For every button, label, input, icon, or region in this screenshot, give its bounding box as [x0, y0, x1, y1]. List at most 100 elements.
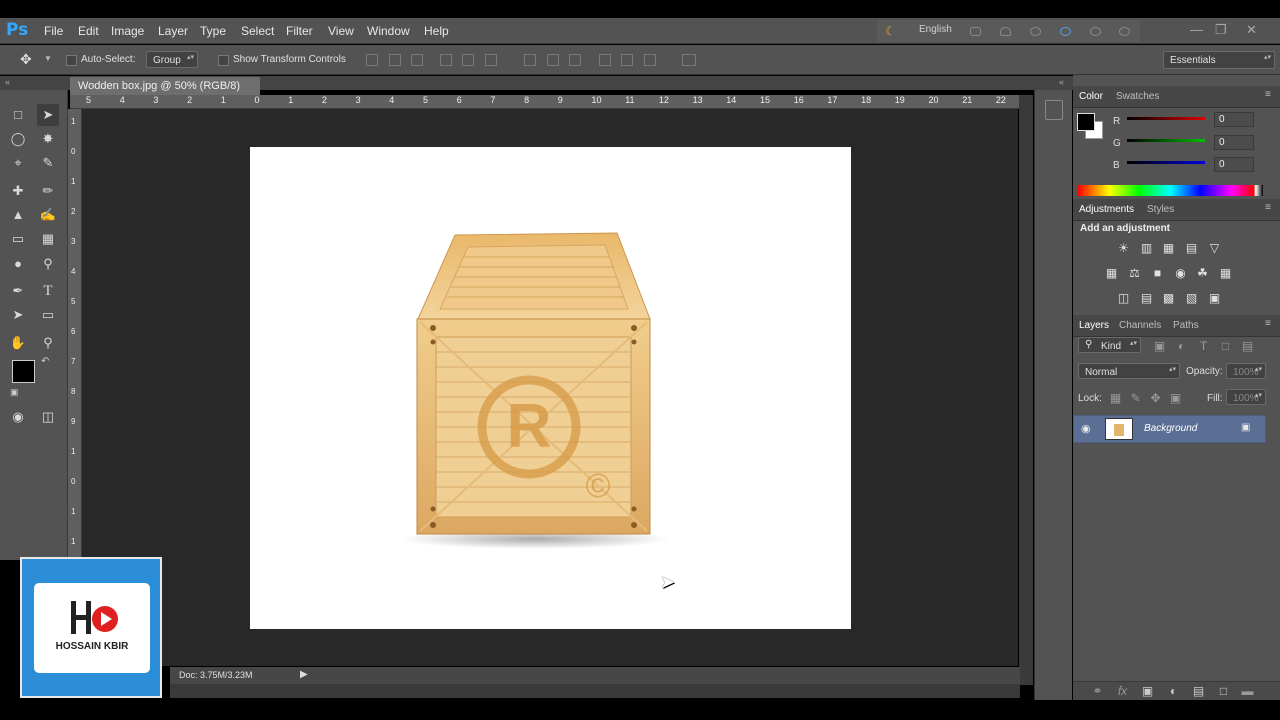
status-menu-arrow-icon[interactable]: ▶	[300, 669, 308, 680]
tab-color[interactable]: Color	[1079, 91, 1103, 102]
color-lookup-icon[interactable]: ▦	[1217, 266, 1234, 280]
workspace-dropdown[interactable]: Essentials	[1163, 51, 1275, 69]
pen-tool-icon[interactable]: ✒	[7, 280, 29, 302]
chevron-down-icon[interactable]: ▼	[44, 54, 52, 63]
tab-layers[interactable]: Layers	[1079, 320, 1109, 331]
distribute-hcenter-icon[interactable]	[621, 54, 633, 66]
channel-r-value[interactable]: 0	[1214, 112, 1254, 127]
layer-filter-dropdown[interactable]: ⚲ Kind	[1078, 337, 1141, 353]
marquee-tool-icon[interactable]: □	[7, 104, 29, 126]
document-canvas[interactable]: R ©	[250, 147, 851, 629]
horizontal-scrollbar[interactable]	[170, 684, 1020, 698]
selective-color-icon[interactable]: ▧	[1183, 291, 1200, 305]
link-layers-icon[interactable]: ⚭	[1089, 684, 1106, 698]
screen-mode-icon[interactable]: ◫	[37, 406, 59, 428]
move-tool-icon[interactable]: ➤	[37, 104, 59, 126]
document-tab[interactable]: Wodden box.jpg @ 50% (RGB/8) ×	[70, 77, 260, 104]
color-panel-menu-icon[interactable]: ≡	[1265, 89, 1271, 100]
tray-browser-icon[interactable]	[1060, 27, 1071, 36]
align-bottom-icon[interactable]	[411, 54, 423, 66]
tab-styles[interactable]: Styles	[1147, 204, 1174, 215]
tray-help-icon[interactable]	[1090, 27, 1101, 36]
menu-filter[interactable]: Filter	[286, 24, 313, 38]
color-foreground-swatch[interactable]	[1077, 113, 1095, 131]
black-white-icon[interactable]: ■	[1149, 266, 1166, 280]
layer-visibility-eye-icon[interactable]: ◉	[1081, 422, 1091, 435]
threshold-icon[interactable]: ▩	[1160, 291, 1177, 305]
distribute-bottom-icon[interactable]	[569, 54, 581, 66]
clone-stamp-tool-icon[interactable]: ▲	[7, 204, 29, 226]
channel-g-slider[interactable]	[1127, 139, 1205, 142]
adjustments-panel-menu-icon[interactable]: ≡	[1265, 202, 1271, 213]
blend-mode-dropdown[interactable]: Normal	[1078, 363, 1180, 379]
blur-tool-icon[interactable]: ●	[7, 253, 29, 275]
tab-adjustments[interactable]: Adjustments	[1079, 204, 1134, 215]
distribute-vcenter-icon[interactable]	[547, 54, 559, 66]
gradient-map-icon[interactable]: ▣	[1206, 291, 1223, 305]
color-spectrum-ramp[interactable]	[1078, 185, 1263, 196]
swap-colors-icon[interactable]: ↶	[41, 356, 49, 367]
layers-panel-menu-icon[interactable]: ≡	[1265, 318, 1271, 329]
foreground-color-swatch[interactable]	[12, 360, 35, 383]
menu-help[interactable]: Help	[424, 24, 449, 38]
close-icon[interactable]: ✕	[1246, 22, 1257, 38]
channel-b-value[interactable]: 0	[1214, 157, 1254, 172]
hand-tool-icon[interactable]: ✋	[7, 332, 29, 354]
zoom-tool-icon[interactable]: ⚲	[37, 332, 59, 354]
add-mask-icon[interactable]: ▣	[1139, 684, 1156, 698]
hue-saturation-icon[interactable]: ▦	[1103, 266, 1120, 280]
filter-type-icon[interactable]: T	[1195, 339, 1212, 353]
lasso-tool-icon[interactable]: ◯	[7, 128, 29, 150]
layer-style-icon[interactable]: fx	[1114, 684, 1131, 698]
lock-transparent-icon[interactable]: ▦	[1107, 391, 1124, 405]
path-selection-tool-icon[interactable]: ➤	[7, 304, 29, 326]
posterize-icon[interactable]: ▤	[1138, 291, 1155, 305]
lock-position-icon[interactable]: ✥	[1147, 391, 1164, 405]
menu-layer[interactable]: Layer	[158, 24, 188, 38]
vertical-scrollbar[interactable]	[1019, 95, 1033, 685]
opacity-input[interactable]: 100%	[1226, 363, 1266, 379]
eyedropper-tool-icon[interactable]: ✎	[37, 152, 59, 174]
fill-input[interactable]: 100%	[1226, 389, 1266, 405]
tab-channels[interactable]: Channels	[1119, 320, 1161, 331]
crop-tool-icon[interactable]: ⌖	[7, 152, 29, 174]
brush-tool-icon[interactable]: ✏	[37, 180, 59, 202]
photo-filter-icon[interactable]: ◉	[1172, 266, 1189, 280]
healing-brush-tool-icon[interactable]: ✚	[7, 180, 29, 202]
new-layer-icon[interactable]: □	[1215, 684, 1232, 698]
distribute-left-icon[interactable]	[599, 54, 611, 66]
language-icon[interactable]: ☾	[885, 24, 896, 38]
align-top-icon[interactable]	[366, 54, 378, 66]
new-group-icon[interactable]: ▤	[1190, 684, 1207, 698]
tab-paths[interactable]: Paths	[1173, 320, 1199, 331]
align-vcenter-icon[interactable]	[389, 54, 401, 66]
layer-name[interactable]: Background	[1144, 423, 1197, 434]
tray-drive-icon[interactable]	[970, 27, 981, 36]
tab-swatches[interactable]: Swatches	[1116, 91, 1159, 102]
minimize-icon[interactable]: —	[1190, 22, 1203, 37]
gradient-tool-icon[interactable]: ▦	[37, 228, 59, 250]
align-left-icon[interactable]	[440, 54, 452, 66]
eraser-tool-icon[interactable]: ▭	[7, 228, 29, 250]
menu-edit[interactable]: Edit	[78, 24, 99, 38]
invert-icon[interactable]: ◫	[1115, 291, 1132, 305]
lock-all-icon[interactable]: ▣	[1167, 391, 1184, 405]
shape-tool-icon[interactable]: ▭	[37, 304, 59, 326]
menu-view[interactable]: View	[328, 24, 354, 38]
dodge-tool-icon[interactable]: ⚲	[37, 253, 59, 275]
channel-g-value[interactable]: 0	[1214, 135, 1254, 150]
collapse-panels-icon[interactable]: «	[1059, 77, 1064, 87]
menu-file[interactable]: File	[44, 24, 63, 38]
restore-icon[interactable]: ❐	[1215, 22, 1227, 38]
brightness-contrast-icon[interactable]: ☀	[1115, 241, 1132, 255]
tray-user-icon[interactable]	[1000, 27, 1011, 36]
align-hcenter-icon[interactable]	[462, 54, 474, 66]
align-right-icon[interactable]	[485, 54, 497, 66]
language-label[interactable]: English	[919, 24, 952, 35]
menu-select[interactable]: Select	[241, 24, 274, 38]
distribute-top-icon[interactable]	[524, 54, 536, 66]
filter-pixel-icon[interactable]: ▣	[1151, 339, 1168, 353]
menu-window[interactable]: Window	[367, 24, 410, 38]
default-colors-icon[interactable]: ▣	[10, 387, 19, 398]
magic-wand-tool-icon[interactable]: ✸	[37, 128, 59, 150]
